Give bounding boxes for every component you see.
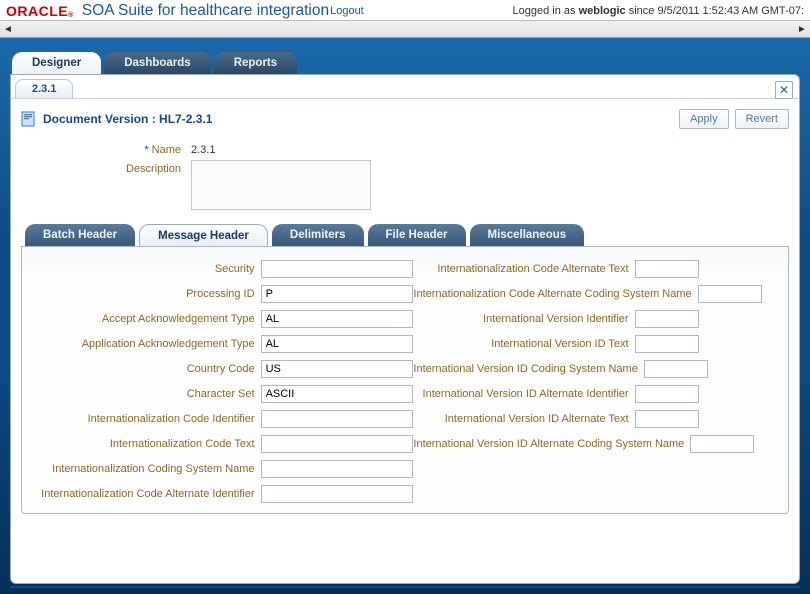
field-input[interactable] bbox=[261, 410, 413, 428]
field-label: Internationalization Coding System Name bbox=[34, 463, 261, 475]
form-row: International Version ID Alternate Text bbox=[413, 409, 776, 429]
field-input[interactable] bbox=[698, 285, 762, 303]
form-row: International Version Identifier bbox=[413, 309, 776, 329]
tab-file-header[interactable]: File Header bbox=[368, 224, 466, 246]
oracle-logo: ORACLE® bbox=[6, 3, 74, 19]
tab-message-header[interactable]: Message Header bbox=[139, 224, 268, 246]
form-row: International Version ID Coding System N… bbox=[413, 359, 776, 379]
field-label: Country Code bbox=[34, 363, 261, 375]
field-label: International Version ID Coding System N… bbox=[413, 363, 643, 375]
login-status: Logged in as weblogic since 9/5/2011 1:5… bbox=[513, 5, 804, 17]
form-row: Internationalization Code Alternate Iden… bbox=[34, 484, 405, 504]
field-input[interactable] bbox=[635, 260, 699, 278]
form-row: Accept Acknowledgement Type bbox=[34, 309, 405, 329]
field-input[interactable] bbox=[261, 285, 413, 303]
apply-button[interactable]: Apply bbox=[679, 109, 729, 129]
header-bar: ORACLE® SOA Suite for healthcare integra… bbox=[0, 0, 810, 20]
field-input[interactable] bbox=[644, 360, 708, 378]
tab-miscellaneous[interactable]: Miscellaneous bbox=[470, 224, 585, 246]
form-row: Internationalization Code Text bbox=[34, 434, 405, 454]
field-input[interactable] bbox=[261, 385, 413, 403]
description-input[interactable] bbox=[191, 160, 371, 210]
field-label: Internationalization Code Alternate Text bbox=[413, 263, 634, 275]
nav-tabs: Designer Dashboards Reports bbox=[12, 52, 800, 74]
field-input[interactable] bbox=[261, 360, 413, 378]
field-label: Application Acknowledgement Type bbox=[34, 338, 261, 350]
form-row: Internationalization Coding System Name bbox=[34, 459, 405, 479]
subtab-version[interactable]: 2.3.1 bbox=[15, 79, 73, 98]
suite-title: SOA Suite for healthcare integration bbox=[82, 2, 329, 20]
tab-dashboards[interactable]: Dashboards bbox=[104, 52, 210, 74]
tab-batch-header[interactable]: Batch Header bbox=[25, 224, 135, 246]
message-header-form: Security Processing ID Accept Acknowledgem… bbox=[21, 246, 789, 514]
field-input[interactable] bbox=[261, 485, 413, 503]
document-icon bbox=[21, 111, 39, 127]
field-label: International Version ID Text bbox=[413, 338, 634, 350]
form-row: International Version ID Alternate Ident… bbox=[413, 384, 776, 404]
document-header: Document Version : HL7-2.3.1 Apply Rever… bbox=[11, 99, 799, 135]
form-right-column: Internationalization Code Alternate Text… bbox=[413, 259, 776, 509]
field-input[interactable] bbox=[635, 410, 699, 428]
logout-link[interactable]: Logout bbox=[330, 5, 364, 17]
description-label: Description bbox=[51, 160, 191, 175]
field-input[interactable] bbox=[635, 310, 699, 328]
name-label: * Name bbox=[51, 141, 191, 156]
field-input[interactable] bbox=[635, 335, 699, 353]
content-shell: Designer Dashboards Reports 2.3.1 ✕ Docu… bbox=[0, 38, 810, 594]
form-row: Country Code bbox=[34, 359, 405, 379]
document-title: Document Version : HL7-2.3.1 bbox=[43, 112, 212, 126]
revert-button[interactable]: Revert bbox=[735, 109, 789, 129]
field-input[interactable] bbox=[261, 260, 413, 278]
subtab-row: 2.3.1 bbox=[11, 75, 799, 99]
scroll-right-arrow-icon[interactable]: ► bbox=[796, 23, 808, 35]
form-row: Processing ID bbox=[34, 284, 405, 304]
form-row: Application Acknowledgement Type bbox=[34, 334, 405, 354]
form-row: Security bbox=[34, 259, 405, 279]
field-label: Security bbox=[34, 263, 261, 275]
breadcrumb-scrollbar: ◄ ► bbox=[0, 20, 810, 38]
form-row: Internationalization Code Identifier bbox=[34, 409, 405, 429]
field-input[interactable] bbox=[261, 335, 413, 353]
field-input[interactable] bbox=[261, 435, 413, 453]
tab-reports[interactable]: Reports bbox=[214, 52, 297, 74]
field-label: International Version Identifier bbox=[413, 313, 634, 325]
field-input[interactable] bbox=[261, 460, 413, 478]
field-label: Character Set bbox=[34, 388, 261, 400]
field-label: Internationalization Code Text bbox=[34, 438, 261, 450]
field-label: Internationalization Code Alternate Iden… bbox=[34, 488, 261, 500]
field-label: Internationalization Code Alternate Codi… bbox=[413, 288, 697, 300]
name-description-block: * Name 2.3.1 Description bbox=[11, 135, 799, 224]
form-left-column: Security Processing ID Accept Acknowledgem… bbox=[34, 259, 405, 509]
form-row: Character Set bbox=[34, 384, 405, 404]
form-row: International Version ID Alternate Codin… bbox=[413, 434, 776, 454]
tab-designer[interactable]: Designer bbox=[12, 52, 101, 74]
close-icon[interactable]: ✕ bbox=[775, 81, 793, 99]
designer-panel: 2.3.1 ✕ Document Version : HL7-2.3.1 App… bbox=[10, 74, 800, 584]
field-label: International Version ID Alternate Ident… bbox=[413, 388, 634, 400]
field-input[interactable] bbox=[635, 385, 699, 403]
scroll-left-arrow-icon[interactable]: ◄ bbox=[2, 23, 14, 35]
field-label: Accept Acknowledgement Type bbox=[34, 313, 261, 325]
field-input[interactable] bbox=[261, 310, 413, 328]
bottom-border-accent bbox=[10, 586, 800, 588]
form-row: Internationalization Code Alternate Text bbox=[413, 259, 776, 279]
inner-tabs: Batch Header Message Header Delimiters F… bbox=[11, 224, 799, 246]
name-value: 2.3.1 bbox=[191, 141, 215, 156]
form-row: International Version ID Text bbox=[413, 334, 776, 354]
field-label: Internationalization Code Identifier bbox=[34, 413, 261, 425]
field-input[interactable] bbox=[690, 435, 754, 453]
field-label: Processing ID bbox=[34, 288, 261, 300]
field-label: International Version ID Alternate Codin… bbox=[413, 438, 690, 450]
field-label: International Version ID Alternate Text bbox=[413, 413, 634, 425]
form-row: Internationalization Code Alternate Codi… bbox=[413, 284, 776, 304]
tab-delimiters[interactable]: Delimiters bbox=[272, 224, 364, 246]
